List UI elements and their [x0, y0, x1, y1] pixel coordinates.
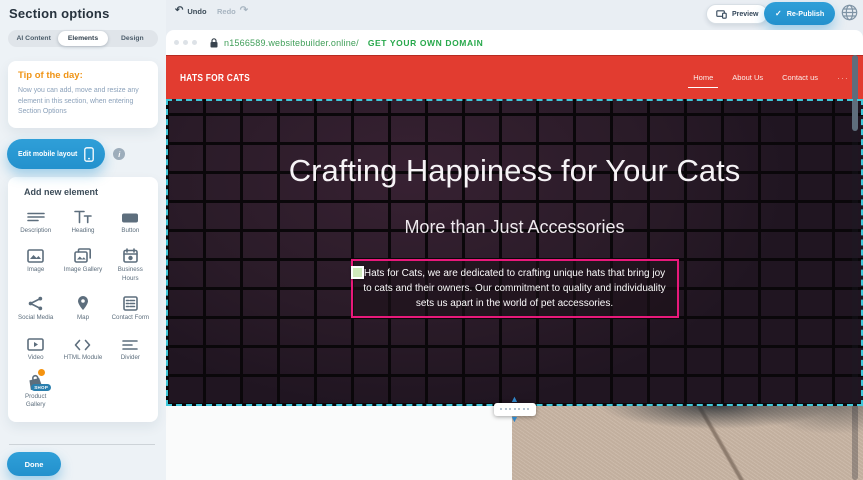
nav-contact-us[interactable]: Contact us	[782, 73, 818, 82]
description-icon	[27, 206, 45, 224]
check-icon: ✓	[775, 9, 782, 18]
app: ↶ Undo Redo ↷ Preview ✓ Re-Publish Secti…	[0, 0, 863, 480]
nav-about-us[interactable]: About Us	[732, 73, 763, 82]
site-header: HATS FOR CATS Home About Us Contact us ·…	[166, 55, 863, 99]
preview-button[interactable]: Preview	[706, 4, 768, 24]
site-url[interactable]: n1566589.websitebuilder.online/	[224, 38, 359, 48]
product-gallery-icon: SHOP	[28, 372, 43, 390]
preview-label: Preview	[732, 11, 758, 18]
tab-ai-content[interactable]: AI Content	[9, 31, 58, 46]
video-icon	[27, 333, 44, 351]
window-dots-icon	[174, 40, 197, 45]
html-module-icon	[74, 333, 91, 351]
hero-paragraph: Hats for Cats, we are dedicated to craft…	[362, 266, 668, 311]
hero-section[interactable]: Crafting Happiness for Your Cats More th…	[166, 99, 863, 406]
element-map[interactable]: Map	[59, 293, 106, 322]
map-icon	[77, 293, 89, 311]
phone-icon	[84, 147, 94, 162]
tip-card: Tip of the day: Now you can add, move an…	[8, 61, 158, 128]
devices-icon	[716, 10, 727, 19]
sidebar-divider	[9, 444, 155, 445]
lock-icon	[210, 38, 218, 48]
redo-label: Redo	[217, 7, 236, 16]
nav-more-icon[interactable]: ···	[837, 73, 849, 83]
element-grid: Description Heading Button Image	[12, 206, 154, 410]
add-element-title: Add new element	[24, 187, 154, 197]
element-business-hours[interactable]: Business Hours	[107, 245, 154, 283]
done-button[interactable]: Done	[7, 452, 61, 476]
element-button[interactable]: Button	[107, 206, 154, 235]
section-resize-handle[interactable]: ▲ ▼	[494, 396, 536, 423]
hero-heading[interactable]: Crafting Happiness for Your Cats	[275, 99, 755, 192]
site-preview: n1566589.websitebuilder.online/ GET YOUR…	[166, 30, 863, 480]
element-html-module[interactable]: HTML Module	[59, 333, 106, 362]
element-image[interactable]: Image	[12, 245, 59, 283]
contact-form-icon	[123, 293, 138, 311]
arrow-down-icon: ▼	[510, 416, 519, 423]
button-icon	[121, 206, 139, 224]
element-product-gallery[interactable]: SHOP Product Gallery	[12, 372, 59, 410]
selected-text-element[interactable]: Hats for Cats, we are dedicated to craft…	[351, 259, 679, 318]
republish-label: Re-Publish	[787, 9, 825, 18]
redo-button[interactable]: Redo ↷	[217, 6, 248, 16]
site-logo[interactable]: HATS FOR CATS	[180, 72, 250, 84]
mobile-layout-row: Edit mobile layout i	[7, 139, 166, 169]
preview-scrollbar-track[interactable]	[852, 55, 858, 480]
tip-title: Tip of the day:	[18, 70, 148, 81]
tab-elements[interactable]: Elements	[58, 31, 107, 46]
add-element-panel: Add new element Description Heading Butt…	[8, 177, 158, 422]
edit-mobile-layout-button[interactable]: Edit mobile layout	[7, 139, 105, 169]
heading-icon	[74, 206, 92, 224]
element-divider[interactable]: Divider	[107, 333, 154, 362]
edit-mobile-label: Edit mobile layout	[18, 151, 77, 158]
undo-label: Undo	[187, 7, 206, 16]
hero-subheading[interactable]: More than Just Accessories	[166, 217, 863, 238]
tab-design[interactable]: Design	[108, 31, 157, 46]
browser-bar: n1566589.websitebuilder.online/ GET YOUR…	[166, 30, 863, 55]
divider-icon	[122, 333, 138, 351]
element-social-media[interactable]: Social Media	[12, 293, 59, 322]
element-image-gallery[interactable]: Image Gallery	[59, 245, 106, 283]
redo-icon: ↷	[240, 6, 248, 16]
page-title: Section options	[9, 6, 166, 21]
site-nav: Home About Us Contact us ···	[693, 73, 849, 83]
next-section-blank	[166, 406, 512, 480]
preview-scrollbar[interactable]	[852, 55, 858, 131]
get-domain-link[interactable]: GET YOUR OWN DOMAIN	[368, 38, 484, 48]
image-gallery-icon	[74, 245, 91, 263]
notification-badge	[37, 368, 46, 377]
undo-icon: ↶	[175, 6, 183, 16]
element-contact-form[interactable]: Contact Form	[107, 293, 154, 322]
element-description[interactable]: Description	[12, 206, 59, 235]
tip-body: Now you can add, move and resize any ele…	[18, 86, 148, 118]
shop-badge: SHOP	[31, 384, 51, 391]
element-drag-handle[interactable]	[351, 266, 364, 279]
info-icon[interactable]: i	[113, 148, 125, 160]
globe-icon[interactable]	[841, 4, 858, 26]
next-section-image	[512, 406, 863, 480]
republish-button[interactable]: ✓ Re-Publish	[764, 2, 835, 25]
business-hours-icon	[123, 245, 138, 263]
nav-home[interactable]: Home	[693, 73, 713, 82]
panel-tabs: AI Content Elements Design	[8, 30, 158, 47]
element-video[interactable]: Video	[12, 333, 59, 362]
arrow-up-icon: ▲	[510, 396, 519, 403]
social-media-icon	[28, 293, 43, 311]
image-icon	[27, 245, 44, 263]
undo-button[interactable]: ↶ Undo	[175, 6, 207, 16]
sidebar: Section options AI Content Elements Desi…	[0, 0, 166, 480]
element-heading[interactable]: Heading	[59, 206, 106, 235]
